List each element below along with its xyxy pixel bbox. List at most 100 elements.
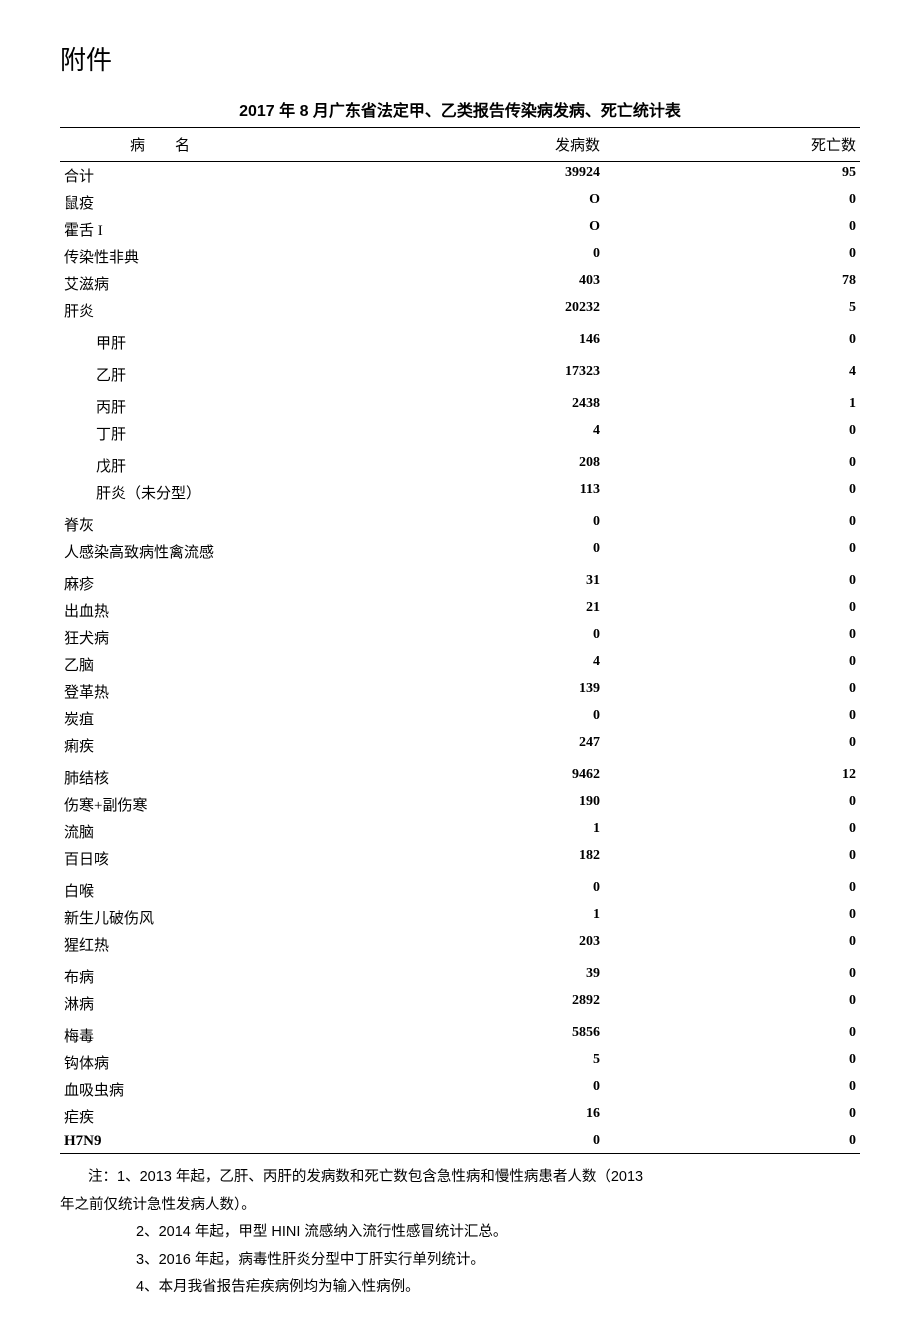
disease-name: 戊肝 — [60, 447, 412, 479]
disease-name: 出血热 — [60, 597, 412, 624]
disease-name: 猩红热 — [60, 931, 412, 958]
deaths-value: 0 — [604, 1017, 860, 1049]
note-1-line2: 年之前仅统计急性发病人数）。 — [60, 1192, 860, 1220]
table-row: 百日咳1820 — [60, 845, 860, 872]
deaths-value: 0 — [604, 479, 860, 506]
deaths-value: 0 — [604, 447, 860, 479]
disease-name: 传染性非典 — [60, 243, 412, 270]
deaths-value: 0 — [604, 845, 860, 872]
table-row: 狂犬病00 — [60, 624, 860, 651]
deaths-value: 95 — [604, 162, 860, 190]
deaths-value: 0 — [604, 597, 860, 624]
cases-value: 190 — [412, 791, 604, 818]
table-row: 伤寒+副伤寒1900 — [60, 791, 860, 818]
cases-value: 21 — [412, 597, 604, 624]
deaths-value: 0 — [604, 990, 860, 1017]
deaths-value: 0 — [604, 678, 860, 705]
table-row: 登革热1390 — [60, 678, 860, 705]
deaths-value: 0 — [604, 791, 860, 818]
disease-name: 鼠疫 — [60, 189, 412, 216]
deaths-value: 0 — [604, 705, 860, 732]
note-1-line1: 注：1、2013 年起，乙肝、丙肝的发病数和死亡数包含急性病和慢性病患者人数（2… — [60, 1164, 860, 1192]
cases-value: 31 — [412, 565, 604, 597]
table-row: 疟疾160 — [60, 1103, 860, 1130]
table-row: 鼠疫O0 — [60, 189, 860, 216]
disease-name: 人感染高致病性禽流感 — [60, 538, 412, 565]
table-row: 甲肝1460 — [60, 324, 860, 356]
cases-value: 5856 — [412, 1017, 604, 1049]
table-row: 人感染高致病性禽流感00 — [60, 538, 860, 565]
table-row: 新生儿破伤风10 — [60, 904, 860, 931]
disease-name: 新生儿破伤风 — [60, 904, 412, 931]
disease-name: 合计 — [60, 162, 412, 190]
deaths-value: 0 — [604, 538, 860, 565]
deaths-value: 78 — [604, 270, 860, 297]
table-row: 梅毒58560 — [60, 1017, 860, 1049]
table-row: 脊灰00 — [60, 506, 860, 538]
cases-value: 0 — [412, 506, 604, 538]
cases-value: 0 — [412, 538, 604, 565]
table-row: 麻疹310 — [60, 565, 860, 597]
deaths-value: 4 — [604, 356, 860, 388]
deaths-value: 0 — [604, 565, 860, 597]
disease-name: 肺结核 — [60, 759, 412, 791]
cases-value: O — [412, 189, 604, 216]
cases-value: 2892 — [412, 990, 604, 1017]
table-row: 霍舌 IO0 — [60, 216, 860, 243]
disease-name: 艾滋病 — [60, 270, 412, 297]
disease-name: 乙脑 — [60, 651, 412, 678]
deaths-value: 0 — [604, 420, 860, 447]
deaths-value: 0 — [604, 1076, 860, 1103]
disease-name: 乙肝 — [60, 356, 412, 388]
deaths-value: 0 — [604, 216, 860, 243]
disease-name: 流脑 — [60, 818, 412, 845]
table-title: 2017 年 8 月广东省法定甲、乙类报告传染病发病、死亡统计表 — [60, 97, 860, 121]
note-3: 3、2016 年起，病毒性肝炎分型中丁肝实行单列统计。 — [60, 1247, 860, 1275]
cases-value: 113 — [412, 479, 604, 506]
deaths-value: 0 — [604, 1130, 860, 1154]
disease-name: 炭疽 — [60, 705, 412, 732]
disease-name: 钩体病 — [60, 1049, 412, 1076]
cases-value: 4 — [412, 651, 604, 678]
table-row: 痢疾2470 — [60, 732, 860, 759]
table-row: 肺结核946212 — [60, 759, 860, 791]
deaths-value: 0 — [604, 1049, 860, 1076]
disease-name: 梅毒 — [60, 1017, 412, 1049]
col-header-cases: 发病数 — [412, 128, 604, 162]
table-row: 传染性非典00 — [60, 243, 860, 270]
disease-name: 血吸虫病 — [60, 1076, 412, 1103]
table-row: 血吸虫病00 — [60, 1076, 860, 1103]
table-row: 肝炎202325 — [60, 297, 860, 324]
table-row: H7N900 — [60, 1130, 860, 1154]
disease-name: H7N9 — [60, 1130, 412, 1154]
disease-name: 疟疾 — [60, 1103, 412, 1130]
cases-value: 0 — [412, 243, 604, 270]
disease-table: 病名 发病数 死亡数 合计3992495鼠疫O0霍舌 IO0传染性非典00艾滋病… — [60, 127, 860, 1154]
deaths-value: 0 — [604, 324, 860, 356]
disease-name: 淋病 — [60, 990, 412, 1017]
cases-value: 9462 — [412, 759, 604, 791]
cases-value: 16 — [412, 1103, 604, 1130]
deaths-value: 0 — [604, 818, 860, 845]
cases-value: 2438 — [412, 388, 604, 420]
deaths-value: 0 — [604, 732, 860, 759]
table-row: 出血热210 — [60, 597, 860, 624]
table-row: 戊肝2080 — [60, 447, 860, 479]
attachment-label: 附件 — [60, 40, 860, 77]
table-row: 猩红热2030 — [60, 931, 860, 958]
cases-value: 0 — [412, 1130, 604, 1154]
cases-value: 0 — [412, 705, 604, 732]
notes-block: 注：1、2013 年起，乙肝、丙肝的发病数和死亡数包含急性病和慢性病患者人数（2… — [60, 1164, 860, 1302]
cases-value: 39 — [412, 958, 604, 990]
disease-name: 霍舌 I — [60, 216, 412, 243]
table-row: 合计3992495 — [60, 162, 860, 190]
disease-name: 丙肝 — [60, 388, 412, 420]
disease-name: 布病 — [60, 958, 412, 990]
cases-value: 208 — [412, 447, 604, 479]
deaths-value: 0 — [604, 958, 860, 990]
col-header-name: 病名 — [60, 128, 412, 162]
cases-value: 203 — [412, 931, 604, 958]
disease-name: 白喉 — [60, 872, 412, 904]
cases-value: O — [412, 216, 604, 243]
cases-value: 20232 — [412, 297, 604, 324]
